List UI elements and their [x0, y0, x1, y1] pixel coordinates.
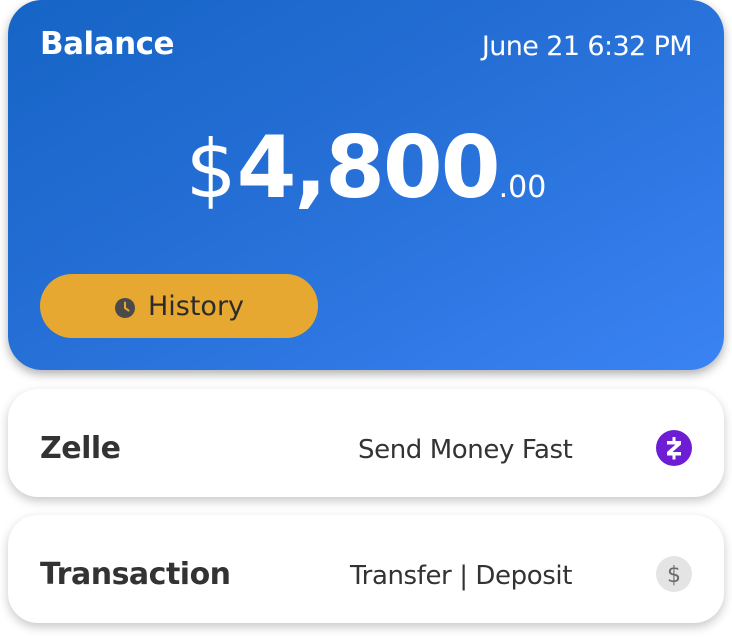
- currency-symbol: $: [185, 123, 237, 216]
- amount-cents: .00: [498, 170, 547, 205]
- balance-amount: $4,800.00: [8, 118, 724, 218]
- dollar-icon: $: [656, 556, 692, 592]
- balance-datetime: June 21 6:32 PM: [481, 31, 693, 62]
- balance-title: Balance: [40, 26, 175, 62]
- zelle-row[interactable]: Zelle Send Money Fast: [8, 389, 724, 497]
- transaction-subtitle: Transfer | Deposit: [350, 561, 573, 591]
- zelle-title: Zelle: [40, 431, 121, 466]
- balance-card: Balance June 21 6:32 PM $4,800.00 Histor…: [8, 0, 724, 370]
- zelle-subtitle: Send Money Fast: [358, 435, 573, 465]
- history-button-label: History: [147, 290, 245, 322]
- clock-icon: [114, 295, 136, 318]
- zelle-logo-icon: [656, 430, 692, 466]
- transaction-title: Transaction: [40, 557, 231, 592]
- svg-text:$: $: [667, 563, 681, 588]
- transaction-row[interactable]: Transaction Transfer | Deposit $: [8, 515, 724, 623]
- history-button[interactable]: History: [40, 274, 318, 338]
- amount-whole: 4,800: [236, 118, 501, 218]
